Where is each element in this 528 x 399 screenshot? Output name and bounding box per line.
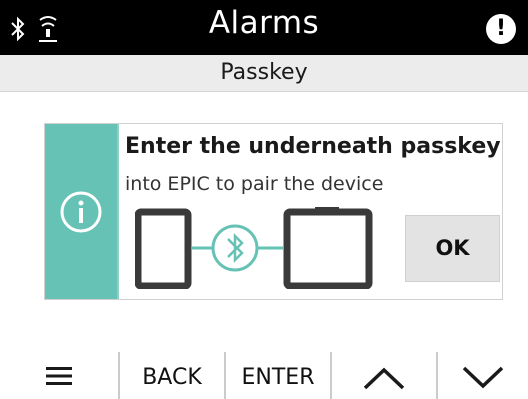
menu-icon [46, 367, 72, 385]
pairing-graphic [135, 207, 373, 289]
dialog-accent-strip [45, 124, 117, 299]
top-bar: Alarms ! [0, 0, 528, 55]
sub-header: Passkey [0, 55, 528, 92]
pairing-dialog: Enter the underneath passkey into EPIC t… [44, 123, 503, 300]
controller-icon [283, 208, 373, 289]
menu-button[interactable] [0, 352, 118, 399]
dialog-body: into EPIC to pair the device [125, 173, 384, 195]
up-button[interactable] [330, 352, 436, 399]
down-button[interactable] [436, 352, 528, 399]
back-button[interactable]: BACK [118, 352, 224, 399]
alert-icon[interactable]: ! [486, 14, 516, 44]
dialog-heading: Enter the underneath passkey [125, 134, 501, 159]
chevron-down-icon [462, 366, 504, 389]
enter-button[interactable]: ENTER [224, 352, 330, 399]
page-title: Alarms [208, 5, 320, 41]
sub-title: Passkey [220, 60, 308, 85]
info-icon [60, 191, 102, 233]
chevron-up-icon [363, 367, 405, 390]
dialog-content: Enter the underneath passkey into EPIC t… [117, 124, 502, 299]
ok-button[interactable]: OK [405, 215, 500, 282]
bottom-nav: BACK ENTER [0, 352, 528, 399]
device-icon [135, 208, 192, 289]
